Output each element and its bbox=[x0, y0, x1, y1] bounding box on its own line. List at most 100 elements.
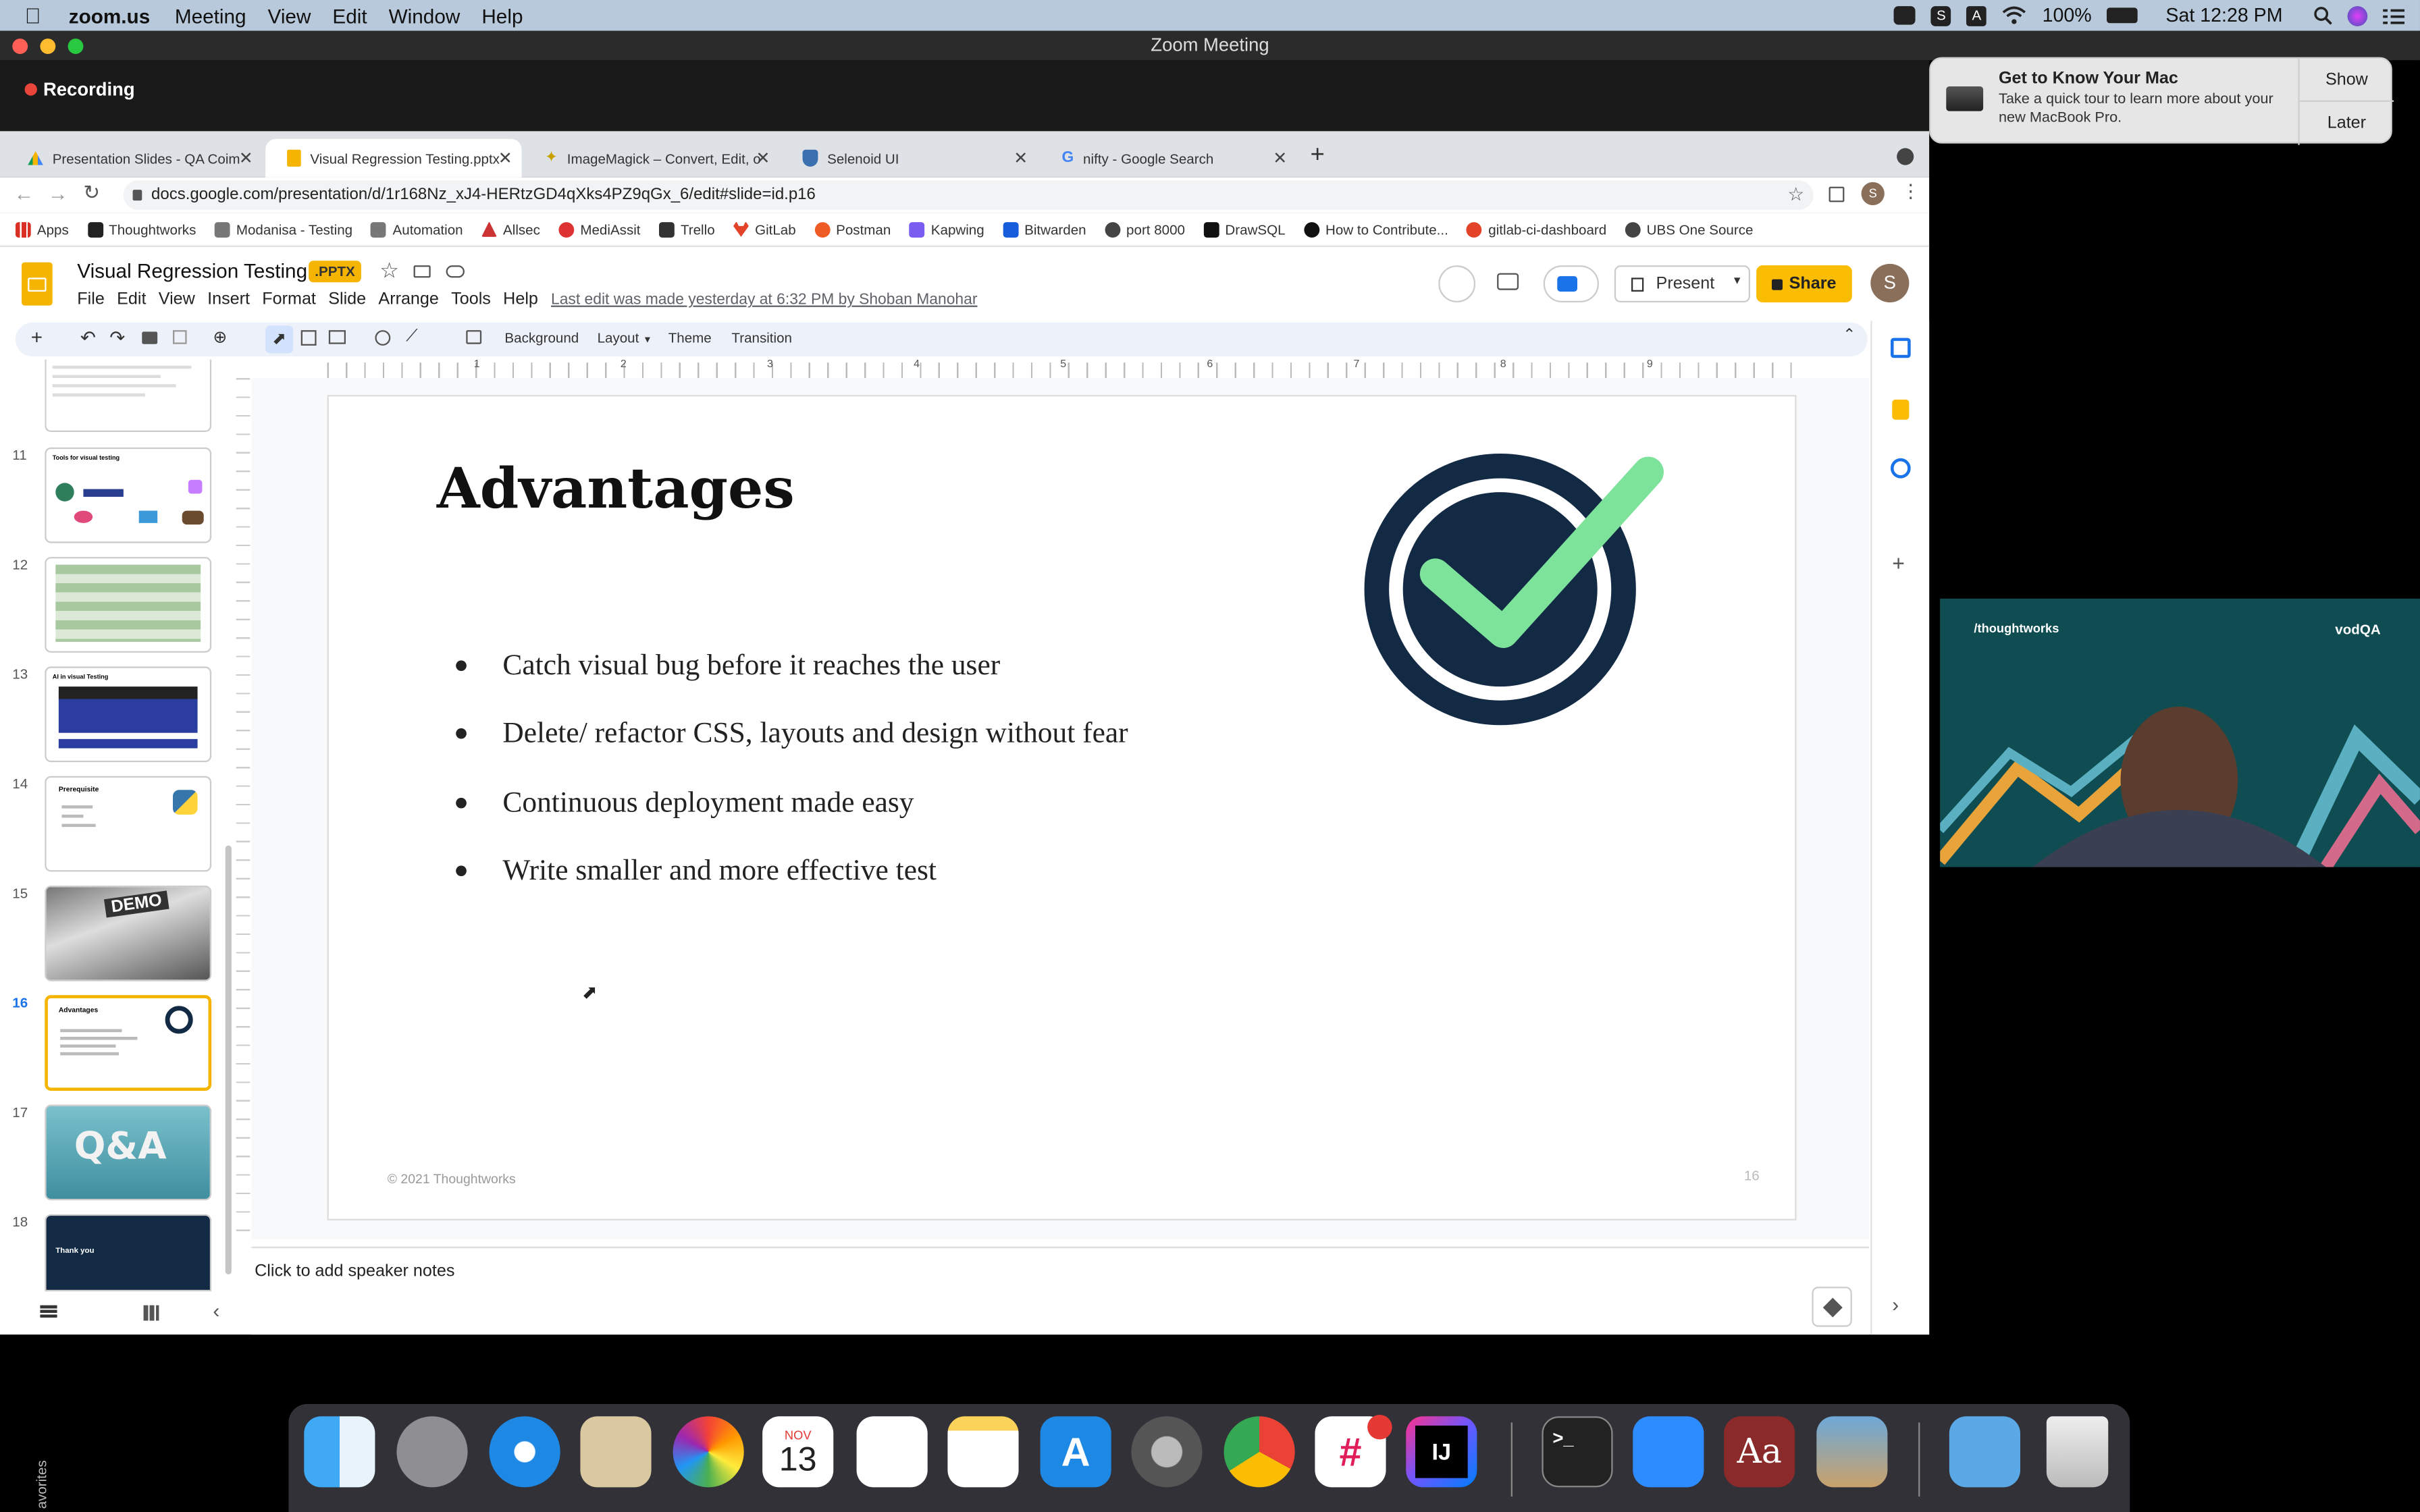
browser-tab[interactable]: Presentation Slides - QA Coim ✕ bbox=[6, 139, 262, 178]
launchpad-icon[interactable] bbox=[396, 1416, 468, 1488]
account-avatar[interactable]: S bbox=[1870, 263, 1910, 302]
line-icon[interactable]: ⟋ bbox=[406, 327, 418, 348]
spotlight-search-icon[interactable] bbox=[2313, 6, 2332, 25]
notification-show-button[interactable]: Show bbox=[2299, 59, 2394, 102]
slide-title[interactable]: Advantages bbox=[437, 457, 795, 522]
new-tab-icon[interactable]: + bbox=[1311, 142, 1325, 169]
calendar-app-icon[interactable]: NOV 13 bbox=[762, 1416, 834, 1488]
menu-window[interactable]: Window bbox=[389, 4, 461, 27]
minimize-window-button[interactable] bbox=[40, 38, 56, 54]
slide-bullet[interactable]: ● Write smaller and more effective test bbox=[454, 855, 937, 888]
expand-panel-icon[interactable]: › bbox=[1892, 1293, 1899, 1316]
slide-thumbnail[interactable]: Prerequisite bbox=[45, 776, 212, 872]
menu-edit[interactable]: Edit bbox=[332, 4, 367, 27]
slide-bullet[interactable]: ● Continuous deployment made easy bbox=[454, 787, 914, 821]
bookmark-how-to-contribute[interactable]: How to Contribute... bbox=[1304, 221, 1448, 237]
chevron-down-icon[interactable]: ▼ bbox=[1732, 276, 1743, 287]
address-bar[interactable]: docs.google.com/presentation/d/1r168Nz_x… bbox=[123, 180, 1814, 210]
slide-thumbnail-selected[interactable]: Advantages bbox=[45, 995, 212, 1091]
add-addon-icon[interactable]: + bbox=[1892, 551, 1905, 576]
menu-view[interactable]: View bbox=[159, 290, 195, 308]
bookmark-port-8000[interactable]: port 8000 bbox=[1105, 221, 1185, 237]
bookmark-kapwing[interactable]: Kapwing bbox=[909, 221, 984, 237]
tab-search-icon[interactable] bbox=[1897, 148, 1914, 165]
slides-logo-icon[interactable] bbox=[21, 262, 53, 306]
cloud-status-icon[interactable] bbox=[446, 265, 465, 278]
menu-insert[interactable]: Insert bbox=[207, 290, 250, 308]
move-folder-icon[interactable] bbox=[413, 265, 431, 278]
zoom-app-icon[interactable] bbox=[1633, 1416, 1704, 1488]
slide-thumbnail[interactable]: DEMO bbox=[45, 885, 212, 981]
slide-thumbnail[interactable]: Q&A bbox=[45, 1104, 212, 1201]
background-button[interactable]: Background bbox=[504, 330, 579, 346]
slide-bullet[interactable]: ● Catch visual bug before it reaches the … bbox=[454, 649, 1000, 683]
redo-icon[interactable]: ↷ bbox=[109, 327, 125, 349]
bookmark-automation[interactable]: Automation bbox=[371, 221, 463, 237]
keep-icon[interactable] bbox=[1892, 399, 1910, 420]
mail-icon[interactable] bbox=[580, 1416, 652, 1488]
bookmark-gitlab[interactable]: GitLab bbox=[733, 221, 796, 237]
meet-present-button[interactable] bbox=[1543, 265, 1599, 302]
macos-notification[interactable]: Get to Know Your Mac Take a quick tour t… bbox=[1929, 57, 2394, 145]
bookmark-drawsql[interactable]: DrawSQL bbox=[1203, 221, 1286, 237]
transition-button[interactable]: Transition bbox=[731, 330, 792, 346]
preview-icon[interactable] bbox=[1816, 1416, 1888, 1488]
trash-icon[interactable] bbox=[2046, 1416, 2109, 1488]
menubar-app-name[interactable]: zoom.us bbox=[69, 4, 151, 27]
participant-video[interactable]: /thoughtworks vodQA bbox=[1940, 598, 2420, 867]
menu-arrange[interactable]: Arrange bbox=[378, 290, 438, 308]
print-icon[interactable] bbox=[142, 331, 158, 344]
bookmark-gitlab-ci-dashboard[interactable]: gitlab-ci-dashboard bbox=[1467, 221, 1606, 237]
zoom-icon[interactable]: ⊕ bbox=[213, 327, 227, 347]
shape-icon[interactable] bbox=[375, 330, 391, 346]
bookmark-postman[interactable]: Postman bbox=[814, 221, 891, 237]
undo-icon[interactable]: ↶ bbox=[80, 327, 96, 349]
last-edit-link[interactable]: Last edit was made yesterday at 6:32 PM … bbox=[551, 292, 977, 308]
forward-icon[interactable]: → bbox=[48, 182, 68, 205]
checkmark-circle-icon[interactable] bbox=[1361, 450, 1664, 731]
browser-menu-icon[interactable]: ⋮ bbox=[1901, 180, 1920, 202]
recording-indicator[interactable]: Recording bbox=[24, 79, 135, 101]
wifi-icon[interactable] bbox=[2002, 6, 2027, 24]
browser-tab-active[interactable]: Visual Regression Testing.pptx ✕ bbox=[265, 138, 522, 178]
reminders-icon[interactable] bbox=[856, 1416, 928, 1488]
zoom-status-icon[interactable] bbox=[1894, 6, 1916, 25]
safari-icon[interactable] bbox=[489, 1416, 560, 1488]
skype-status-icon[interactable]: S bbox=[1931, 5, 1951, 26]
battery-icon[interactable] bbox=[2107, 7, 2138, 24]
intellij-icon[interactable]: IJ bbox=[1406, 1416, 1477, 1488]
bookmark-ubs[interactable]: UBS One Source bbox=[1625, 221, 1753, 237]
close-tab-icon[interactable]: ✕ bbox=[239, 148, 253, 168]
menu-file[interactable]: File bbox=[77, 290, 105, 308]
bookmark-apps[interactable]: Apps bbox=[15, 221, 69, 237]
system-preferences-icon[interactable] bbox=[1131, 1416, 1203, 1488]
input-source-icon[interactable]: A bbox=[1966, 5, 1987, 26]
collapse-toolbar-icon[interactable]: ⌃ bbox=[1843, 327, 1856, 344]
explore-icon[interactable] bbox=[1812, 1287, 1852, 1327]
close-tab-icon[interactable]: ✕ bbox=[1273, 148, 1287, 168]
menu-help[interactable]: Help bbox=[503, 290, 538, 308]
paint-format-icon[interactable] bbox=[172, 330, 187, 344]
slide-thumbnail[interactable] bbox=[45, 557, 212, 653]
bookmark-thoughtworks[interactable]: Thoughtworks bbox=[87, 221, 196, 237]
bookmark-star-icon[interactable]: ☆ bbox=[1787, 180, 1804, 209]
image-icon[interactable] bbox=[328, 330, 346, 344]
bookmark-trello[interactable]: Trello bbox=[658, 221, 715, 237]
star-icon[interactable]: ☆ bbox=[379, 258, 399, 284]
slide-thumbnail[interactable]: Thank you bbox=[45, 1214, 212, 1292]
theme-button[interactable]: Theme bbox=[668, 330, 712, 346]
filmstrip-scrollbar[interactable] bbox=[225, 845, 232, 1274]
grid-view-icon[interactable] bbox=[143, 1305, 159, 1321]
notes-icon[interactable] bbox=[947, 1416, 1019, 1488]
control-center-icon[interactable] bbox=[2383, 7, 2405, 24]
bookmark-mediassit[interactable]: MediAssit bbox=[558, 221, 641, 237]
new-slide-icon[interactable]: + bbox=[31, 325, 43, 348]
app-store-icon[interactable]: A bbox=[1040, 1416, 1111, 1488]
collapse-filmstrip-icon[interactable]: ‹ bbox=[213, 1299, 219, 1322]
document-title[interactable]: Visual Regression Testing bbox=[77, 259, 307, 282]
activity-dashboard-icon[interactable] bbox=[1438, 265, 1476, 302]
speaker-notes[interactable]: Click to add speaker notes bbox=[251, 1246, 1869, 1335]
browser-tab[interactable]: G nifty - Google Search ✕ bbox=[1041, 139, 1296, 178]
photos-icon[interactable] bbox=[673, 1416, 744, 1488]
close-window-button[interactable] bbox=[12, 38, 28, 54]
